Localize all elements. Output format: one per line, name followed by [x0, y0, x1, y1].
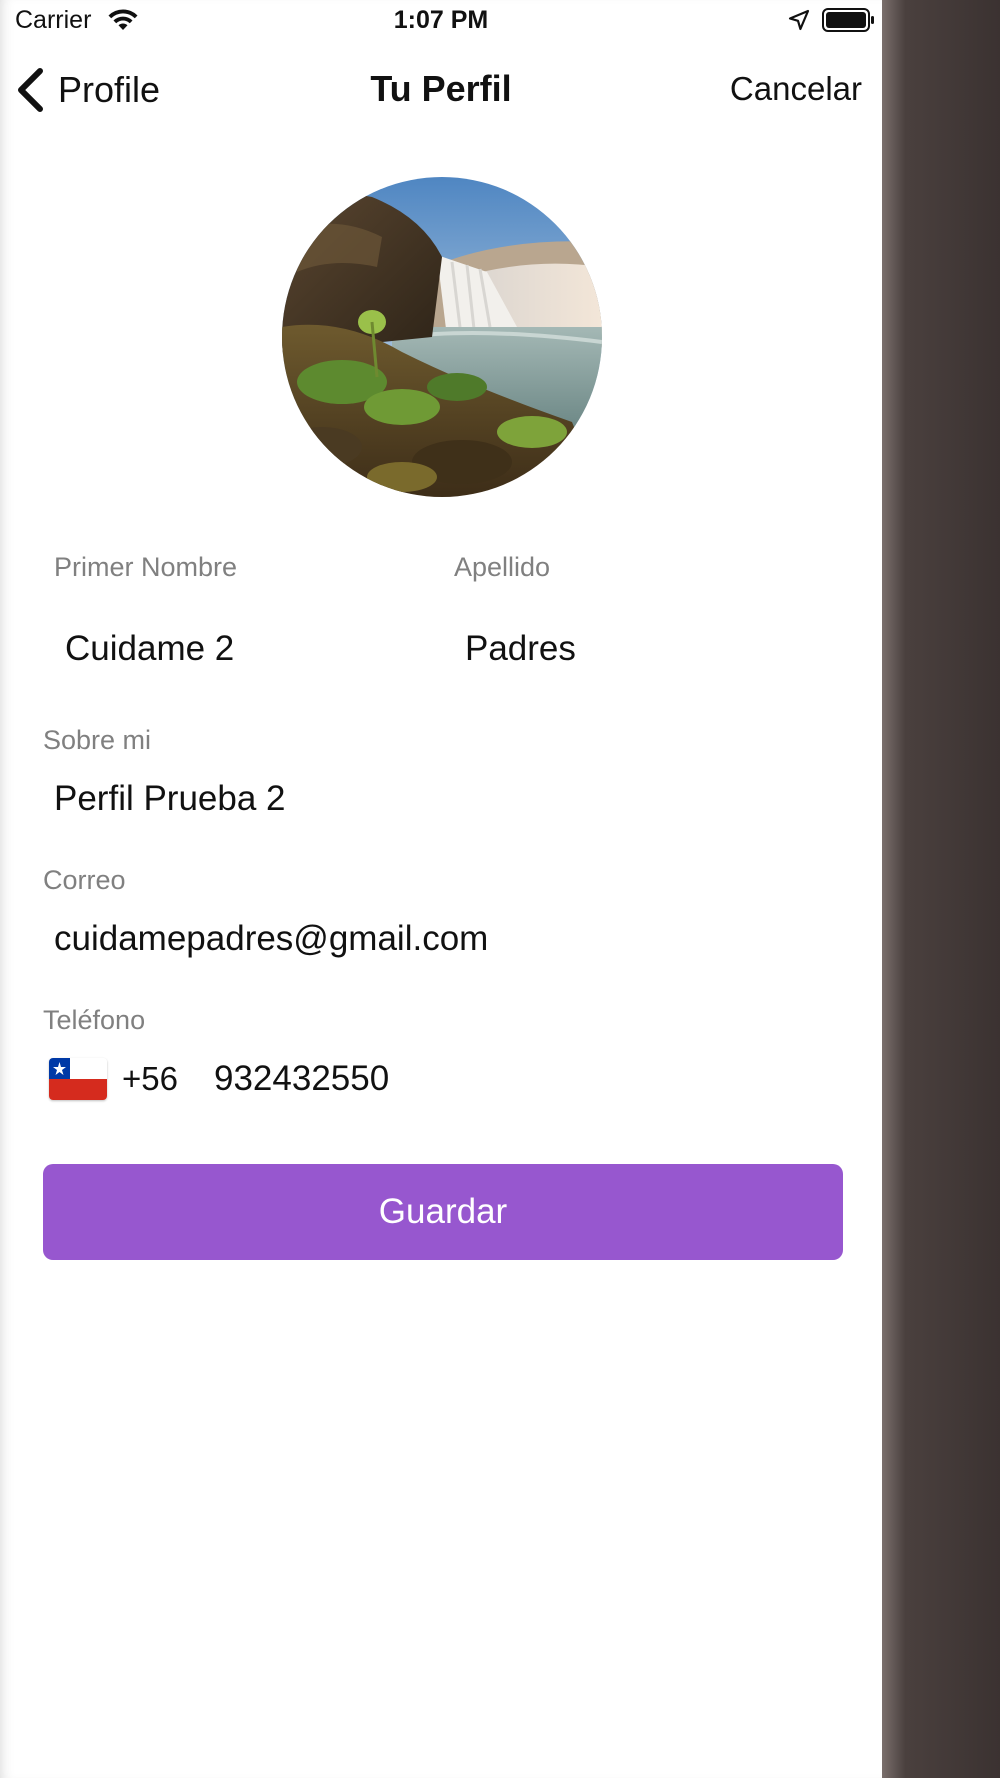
about-label: Sobre mi — [43, 725, 152, 755]
battery-icon — [822, 8, 874, 32]
screen: Carrier 1:07 PM Profile Tu Perfil Cancel… — [0, 0, 1000, 1778]
status-bar: Carrier 1:07 PM — [0, 0, 882, 48]
country-dial-code[interactable]: +56 — [122, 1058, 178, 1100]
chile-flag-icon[interactable] — [49, 1058, 107, 1100]
last-name-field[interactable] — [465, 626, 845, 672]
first-name-field[interactable] — [65, 626, 425, 672]
profile-avatar[interactable] — [282, 177, 602, 497]
cancel-button[interactable]: Cancelar — [730, 70, 862, 108]
status-time: 1:07 PM — [393, 6, 489, 34]
about-field[interactable] — [54, 776, 834, 822]
last-name-label: Apellido — [454, 552, 551, 582]
navigation-bar: Profile Tu Perfil Cancelar — [0, 58, 882, 122]
chile-flag-graphic — [49, 1058, 107, 1100]
phone-field[interactable] — [214, 1056, 834, 1102]
phone-screen: Carrier 1:07 PM Profile Tu Perfil Cancel… — [0, 0, 882, 1778]
phone-label: Teléfono — [43, 1005, 146, 1035]
background-edge — [882, 0, 1000, 1778]
waterfall-photo — [282, 177, 602, 497]
first-name-label: Primer Nombre — [54, 552, 238, 582]
email-label: Correo — [43, 865, 126, 895]
save-button[interactable]: Guardar — [43, 1164, 843, 1260]
location-icon — [788, 9, 810, 31]
email-field[interactable] — [54, 916, 834, 962]
